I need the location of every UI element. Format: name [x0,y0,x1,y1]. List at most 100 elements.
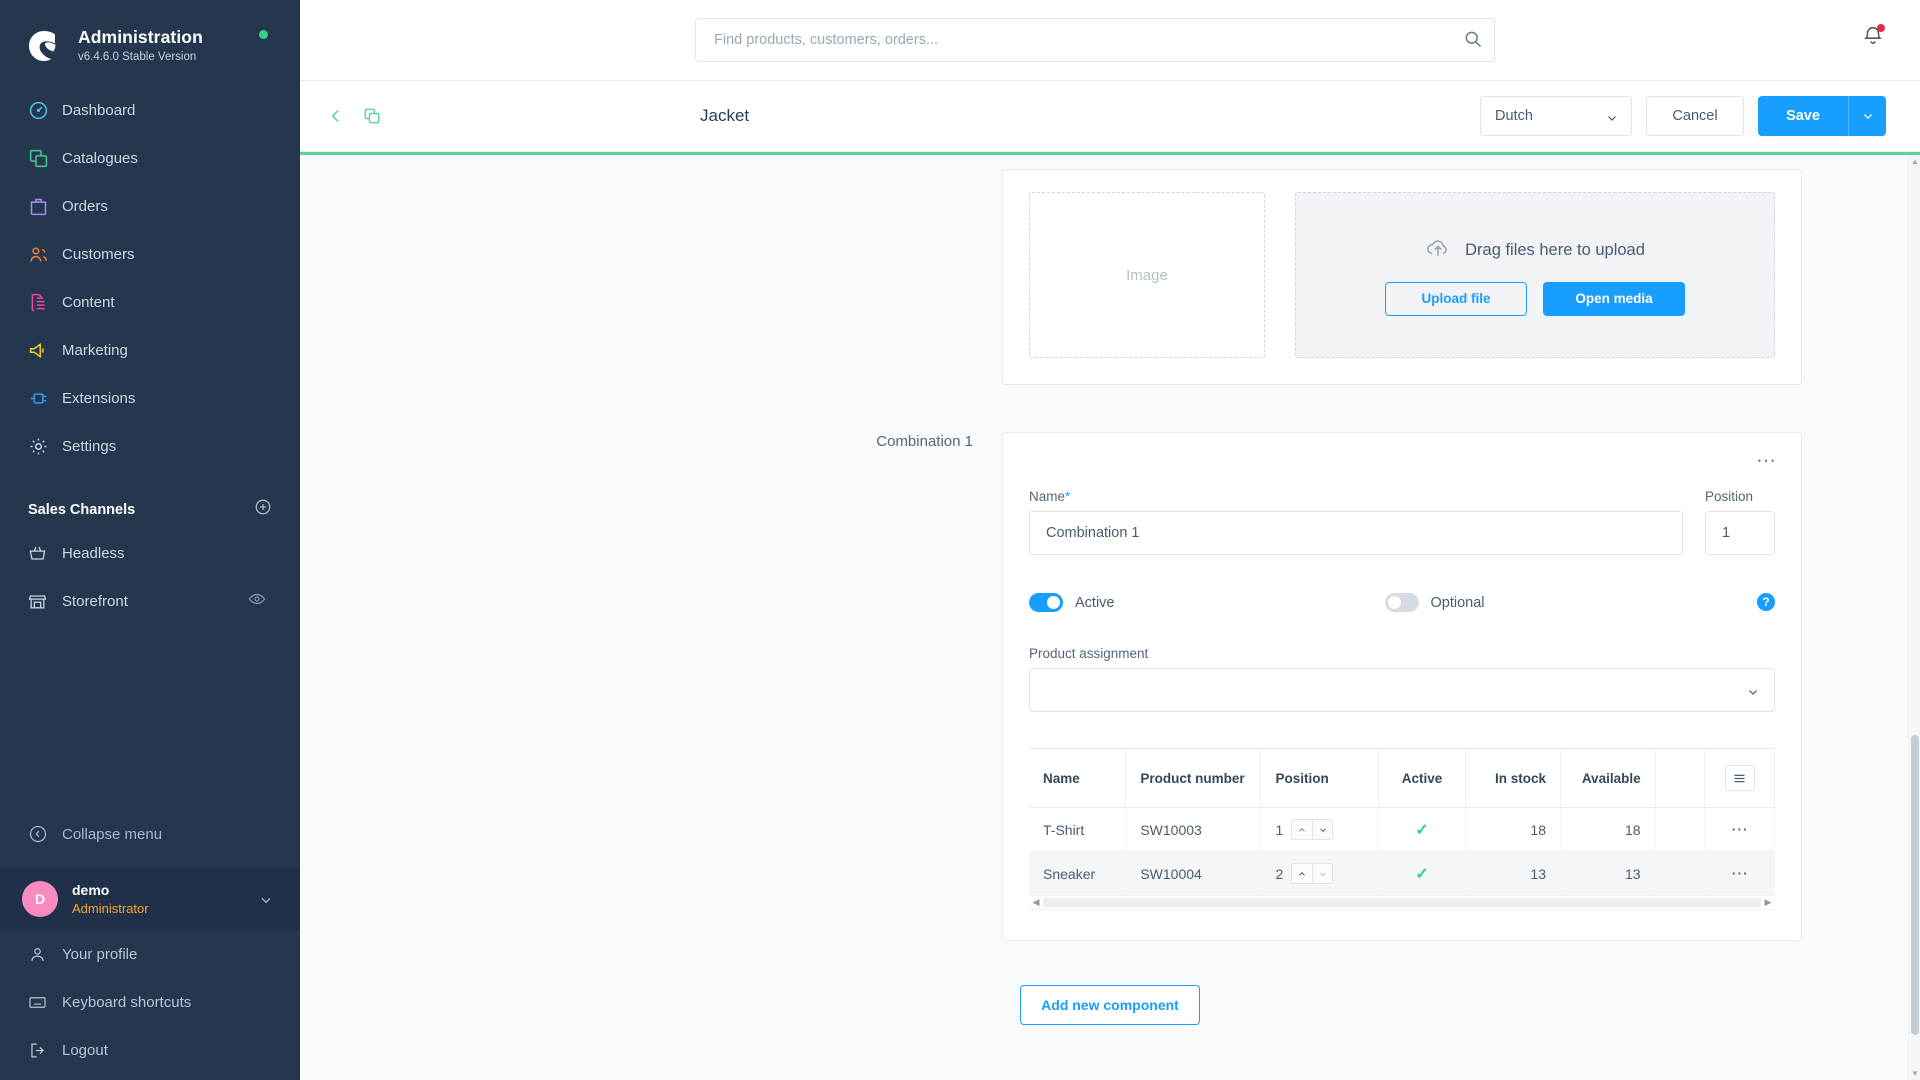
open-media-button[interactable]: Open media [1543,281,1685,316]
column-header-in-stock[interactable]: In stock [1465,749,1561,808]
keyboard-icon [28,993,62,1012]
product-assignment-group: Product assignment [1029,646,1775,712]
scrollbar-track[interactable] [1043,898,1761,907]
sales-channels-header: Sales Channels [0,470,300,529]
name-label: Name* [1029,489,1683,504]
search-container [695,18,1495,62]
notification-dot-icon [1877,24,1885,32]
eye-icon[interactable] [248,590,266,613]
language-select[interactable]: Dutch [1480,96,1632,136]
upload-dropzone[interactable]: Drag files here to upload Upload file Op… [1295,192,1775,358]
search-input[interactable] [695,18,1495,62]
cell-spacer [1655,807,1706,852]
content-icon [28,292,62,313]
table-head: Name Product number Position Active In s… [1029,749,1775,808]
scroll-left-arrow-icon[interactable]: ◀ [1029,897,1043,908]
cell-row-menu: ⋯ [1704,807,1775,852]
search-icon[interactable] [1463,29,1483,54]
active-toggle[interactable] [1029,593,1063,612]
scroll-right-arrow-icon[interactable]: ▶ [1761,897,1775,908]
user-profile-block[interactable]: D demo Administrator [0,868,300,930]
bag-icon [28,196,62,217]
page-scrollbar-thumb[interactable] [1911,735,1919,1035]
column-header-available[interactable]: Available [1560,749,1656,808]
table-row[interactable]: Sneaker SW10004 2 ✓ 13 13 ⋯ [1029,851,1775,896]
table-row[interactable]: T-Shirt SW10003 1 ✓ 18 18 ⋯ [1029,807,1775,852]
ellipsis-icon[interactable]: ⋯ [1731,864,1749,883]
sidebar-item-label: Storefront [62,592,128,610]
top-bar [300,0,1920,81]
toggle-knob [1047,596,1060,609]
sidebar-item-dashboard[interactable]: Dashboard [0,86,300,134]
cloud-upload-icon [1425,235,1451,266]
cell-position: 2 [1260,851,1379,896]
dropzone-text: Drag files here to upload [1465,240,1645,259]
cell-available: 18 [1560,807,1656,852]
column-header-active[interactable]: Active [1378,749,1467,808]
optional-toggle[interactable] [1384,593,1419,612]
help-icon[interactable]: ? [1757,593,1775,611]
page-scrollbar[interactable]: ▲ ▼ [1908,155,1920,1080]
user-role: Administrator [72,900,149,916]
collapse-menu-button[interactable]: Collapse menu [0,810,300,858]
add-sales-channel-icon[interactable] [254,498,272,521]
sidebar-item-storefront[interactable]: Storefront [0,577,300,625]
product-assignment-select[interactable] [1029,668,1775,712]
column-header-name[interactable]: Name [1029,749,1127,808]
user-icon [28,945,62,964]
dropzone-message: Drag files here to upload [1425,235,1645,266]
scroll-down-arrow-icon[interactable]: ▼ [1909,1069,1920,1078]
image-placeholder[interactable]: Image [1029,192,1265,358]
cell-product-number: SW10003 [1125,807,1262,852]
brand[interactable]: Administration v6.4.6.0 Stable Version [0,0,300,64]
ellipsis-icon[interactable]: ⋯ [1731,820,1749,839]
upload-file-button[interactable]: Upload file [1385,281,1527,316]
position-input[interactable]: 1 [1705,511,1775,555]
action-bar: Jacket Dutch Cancel Save [300,81,1920,152]
sidebar-item-settings[interactable]: Settings [0,422,300,470]
sidebar-item-label: Your profile [62,945,138,963]
name-position-row: Name* Combination 1 Position 1 [1029,489,1775,555]
optional-toggle-group[interactable]: Optional [1384,593,1485,612]
save-button[interactable]: Save [1758,96,1848,136]
chevron-left-icon[interactable] [326,106,346,126]
sidebar-item-your-profile[interactable]: Your profile [0,930,300,978]
chevron-up-icon[interactable] [1291,863,1313,884]
sidebar-item-headless[interactable]: Headless [0,529,300,577]
shopware-logo-icon [24,24,64,64]
sidebar-item-label: Logout [62,1041,108,1059]
chevron-down-icon[interactable] [258,892,274,913]
add-new-component-button[interactable]: Add new component [1020,985,1200,1025]
chevron-down-icon[interactable] [1312,863,1334,884]
chevron-down-icon [1605,111,1619,129]
sidebar-item-orders[interactable]: Orders [0,182,300,230]
bell-icon[interactable] [1862,24,1885,51]
sidebar-item-label: Catalogues [62,149,138,167]
duplicate-icon[interactable] [362,106,382,126]
sidebar-item-customers[interactable]: Customers [0,230,300,278]
table-settings-icon[interactable] [1724,765,1755,791]
column-header-position[interactable]: Position [1260,749,1379,808]
name-input[interactable]: Combination 1 [1029,511,1683,555]
sidebar-item-extensions[interactable]: Extensions [0,374,300,422]
content-inner: Image Drag files here to upload Upload f… [300,155,1920,1065]
save-options-caret-icon[interactable] [1848,96,1886,136]
sidebar-item-content[interactable]: Content [0,278,300,326]
sidebar-item-marketing[interactable]: Marketing [0,326,300,374]
table-horizontal-scrollbar[interactable]: ◀ ▶ [1029,896,1775,910]
cancel-button[interactable]: Cancel [1646,96,1744,136]
sidebar-item-catalogues[interactable]: Catalogues [0,134,300,182]
sidebar-item-keyboard-shortcuts[interactable]: Keyboard shortcuts [0,978,300,1026]
scroll-up-arrow-icon[interactable]: ▲ [1909,157,1920,166]
chevron-up-icon[interactable] [1291,819,1313,840]
megaphone-icon [28,340,62,361]
chevron-down-icon[interactable] [1312,819,1334,840]
combination-more-menu-icon[interactable]: ⋯ [1756,451,1777,471]
combination-card: Combination 1 ⋯ Name* Combination 1 Posi… [876,432,1802,941]
column-header-product-number[interactable]: Product number [1125,749,1262,808]
store-icon [28,592,62,611]
sidebar-item-logout[interactable]: Logout [0,1026,300,1074]
sidebar-item-label: Dashboard [62,101,136,119]
active-toggle-group[interactable]: Active [1029,593,1115,612]
brand-title: Administration [78,27,203,47]
